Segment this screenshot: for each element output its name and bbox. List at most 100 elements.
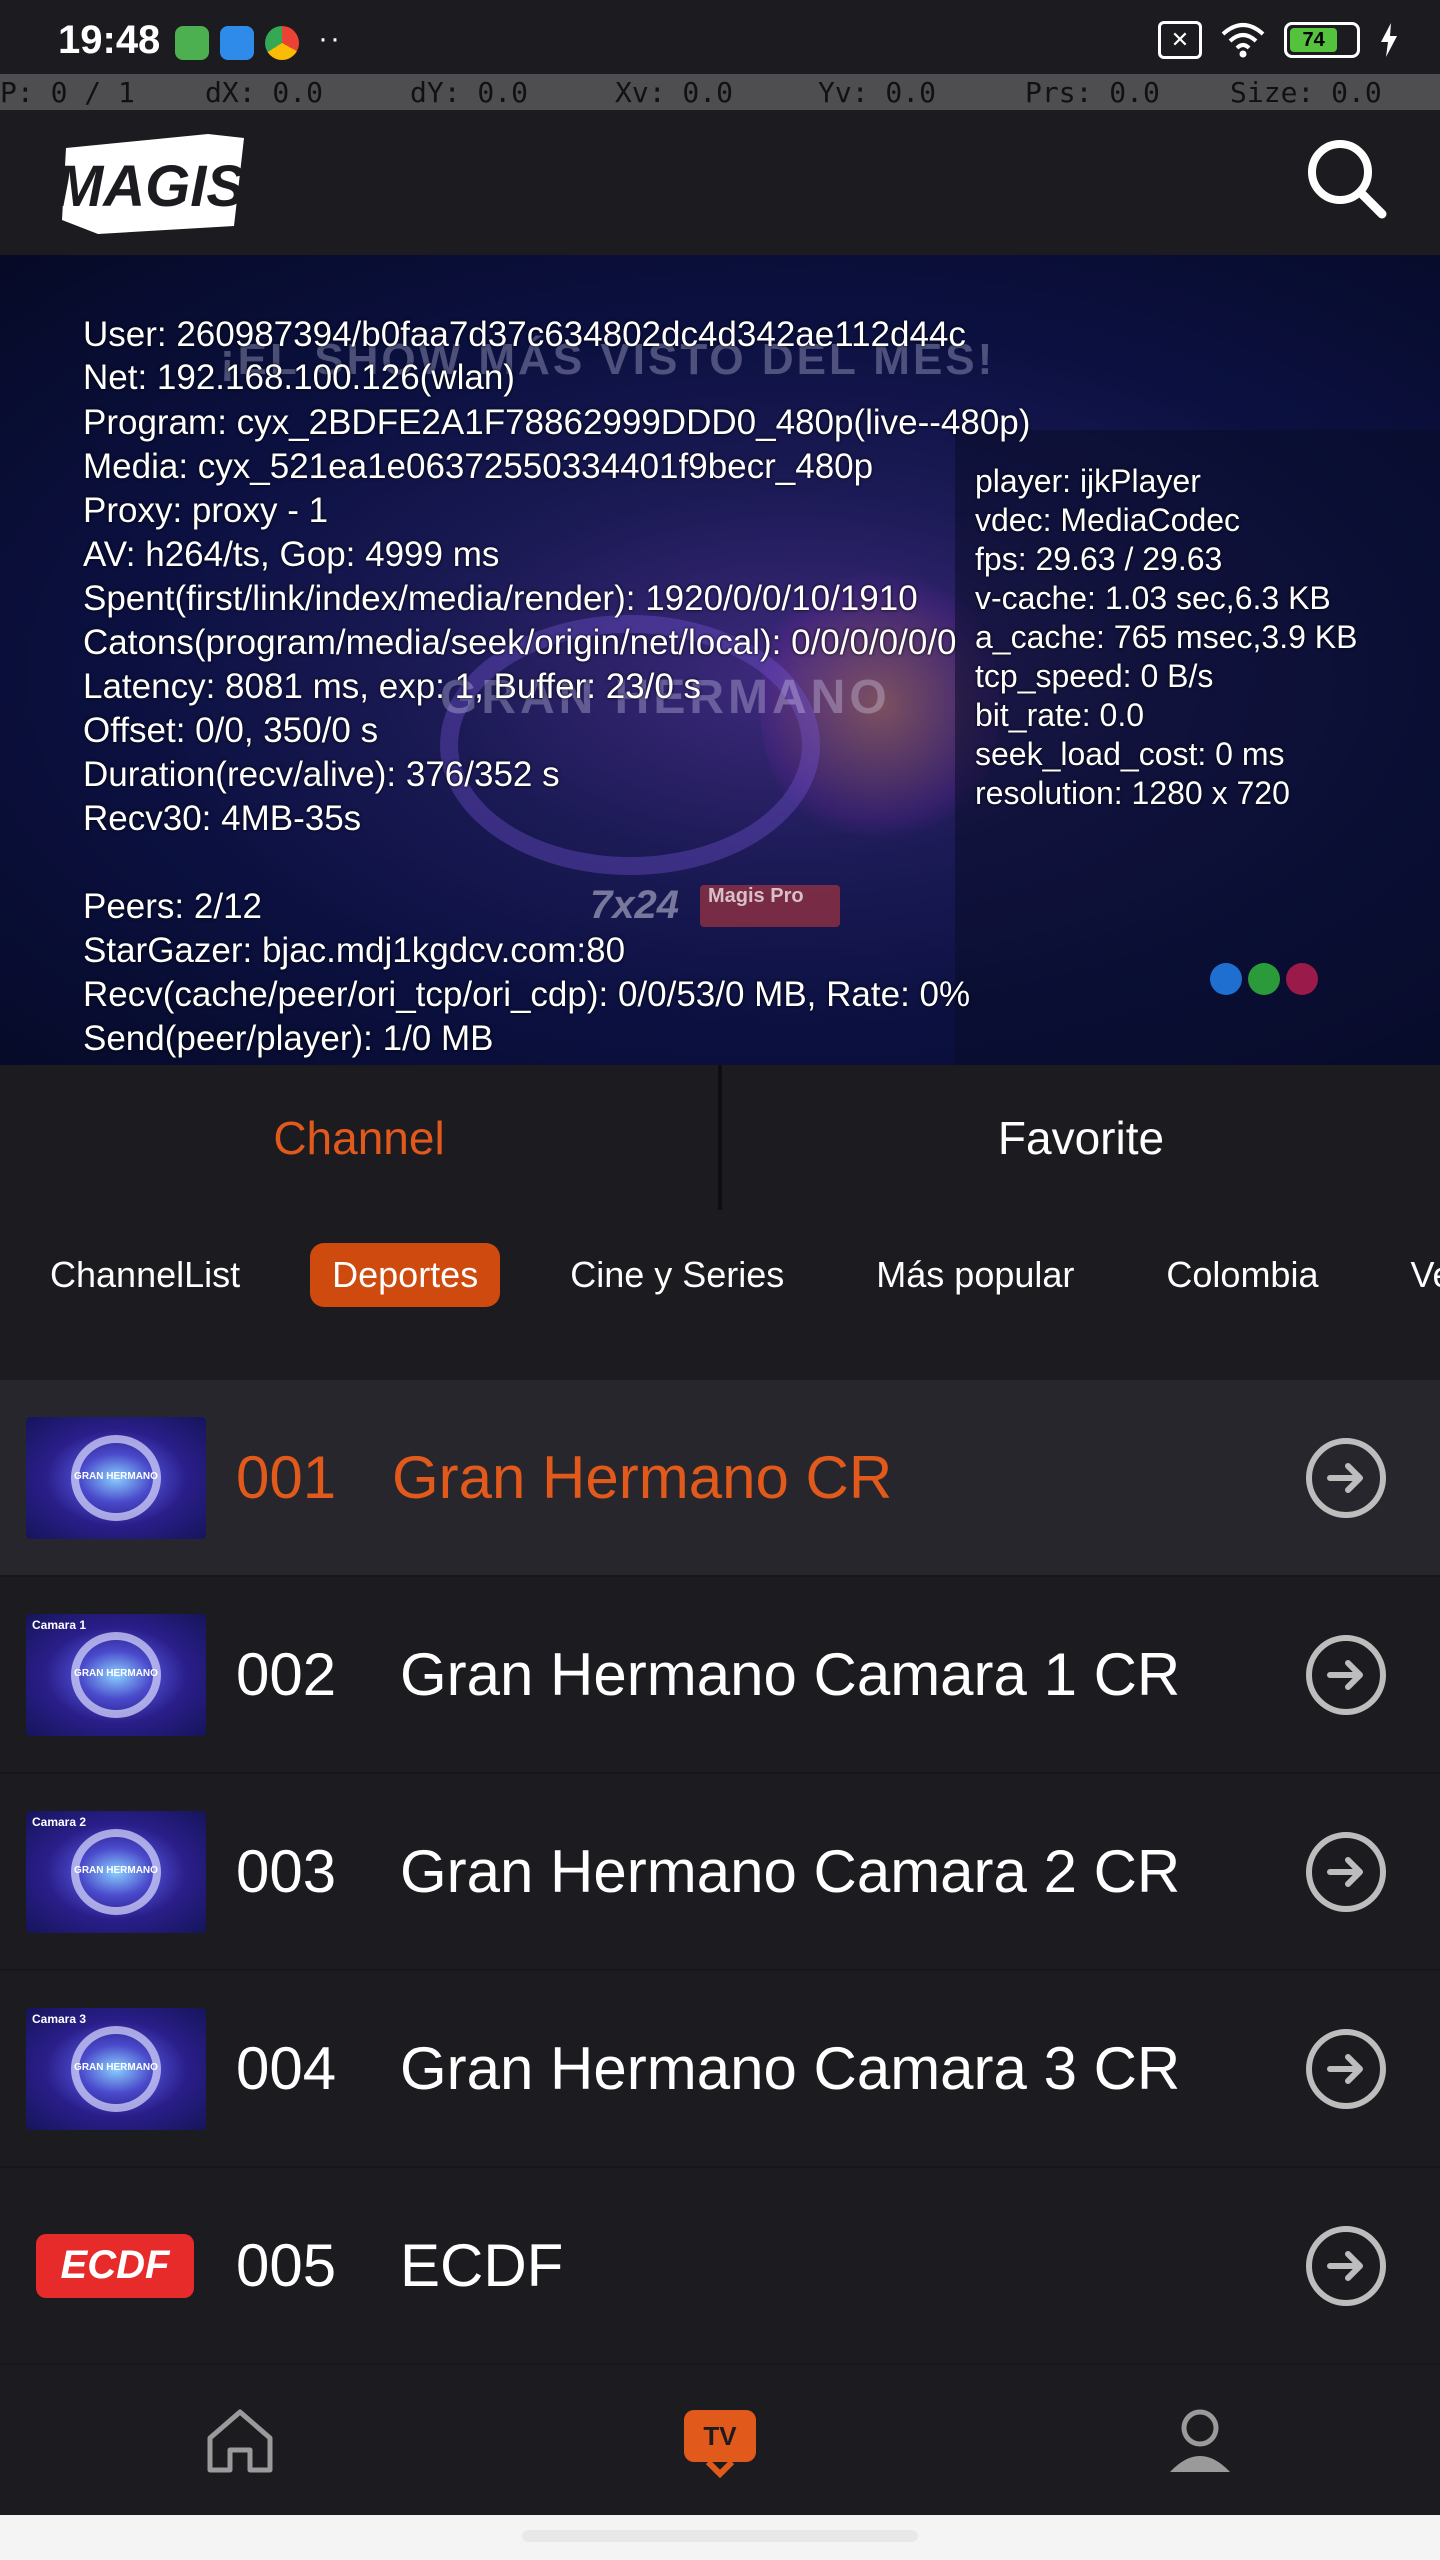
app-notification-icon bbox=[175, 26, 209, 60]
debug-latency: Latency: 8081 ms, exp: 1, Buffer: 23/0 s bbox=[83, 667, 702, 706]
debug-net: Net: 192.168.100.126(wlan) bbox=[83, 358, 515, 397]
tv-icon: TV bbox=[684, 2410, 756, 2479]
charging-icon bbox=[1381, 23, 1397, 57]
svg-text:TV: TV bbox=[703, 2421, 737, 2451]
status-icons: ✕ 74 bbox=[1158, 20, 1400, 60]
channel-row[interactable]: Camara 2 GRAN HERMANO 003 Gran Hermano C… bbox=[0, 1774, 1440, 1971]
category-cine-y-series[interactable]: Cine y Series bbox=[548, 1243, 806, 1307]
nav-home[interactable] bbox=[195, 2395, 285, 2485]
category-bar: ChannelList Deportes Cine y Series Más p… bbox=[0, 1210, 1440, 1340]
debug-tcp-speed: tcp_speed: 0 B/s bbox=[975, 658, 1214, 694]
open-channel-arrow-icon[interactable] bbox=[1306, 1831, 1386, 1912]
channel-name: Gran Hermano CR bbox=[392, 1444, 893, 1511]
channel-thumbnail: Camara 3 GRAN HERMANO bbox=[26, 2007, 206, 2130]
channel-thumbnail: GRAN HERMANO bbox=[26, 1416, 206, 1539]
magis-logo: MAGIS bbox=[58, 134, 245, 234]
channel-name: Gran Hermano Camara 1 CR bbox=[400, 1641, 1181, 1708]
debug-fps: fps: 29.63 / 29.63 bbox=[975, 541, 1223, 577]
channel-row[interactable]: Camara 1 GRAN HERMANO 002 Gran Hermano C… bbox=[0, 1577, 1440, 1774]
debug-resolution: resolution: 1280 x 720 bbox=[975, 775, 1290, 811]
debug-vdec: vdec: MediaCodec bbox=[975, 502, 1241, 538]
channel-list: GRAN HERMANO 001 Gran Hermano CR Camara … bbox=[0, 1380, 1440, 2365]
more-notifications-icon: ·· bbox=[318, 22, 342, 55]
channel-number: 003 bbox=[236, 1838, 337, 1905]
debug-send: Send(peer/player): 1/0 MB bbox=[83, 1019, 494, 1058]
color-dots-control[interactable] bbox=[1210, 963, 1318, 995]
category-deportes[interactable]: Deportes bbox=[310, 1243, 501, 1307]
debug-player: player: ijkPlayer bbox=[975, 463, 1201, 499]
channel-row[interactable]: GRAN HERMANO 001 Gran Hermano CR bbox=[0, 1380, 1440, 1577]
channel-name: Gran Hermano Camara 3 CR bbox=[400, 2035, 1181, 2102]
tab-channel[interactable]: Channel bbox=[0, 1065, 718, 1210]
thumbnail-label: GRAN HERMANO bbox=[74, 1667, 158, 1679]
debug-media: Media: cyx_521ea1e06372550334401f9becr_4… bbox=[83, 447, 874, 486]
debug-recv: Recv(cache/peer/ori_tcp/ori_cdp): 0/0/53… bbox=[83, 975, 971, 1014]
debug-seek-cost: seek_load_cost: 0 ms bbox=[975, 736, 1285, 772]
nav-tv[interactable]: TV bbox=[675, 2395, 765, 2485]
pointer-count: P: 0 / 1 bbox=[0, 76, 135, 109]
open-channel-arrow-icon[interactable] bbox=[1306, 1634, 1386, 1715]
pointer-dx: dX: 0.0 bbox=[205, 76, 324, 109]
tab-favorite[interactable]: Favorite bbox=[722, 1065, 1440, 1210]
category-colombia[interactable]: Colombia bbox=[1144, 1243, 1340, 1307]
pointer-size: Size: 0.0 bbox=[1230, 76, 1382, 109]
profile-icon bbox=[1170, 2409, 1230, 2472]
thumbnail-label: GRAN HERMANO bbox=[74, 1864, 158, 1876]
bottom-navigation: TV bbox=[0, 2365, 1440, 2515]
debug-spent: Spent(first/link/index/media/render): 19… bbox=[83, 579, 918, 618]
calendar-notification-icon bbox=[220, 26, 254, 60]
pointer-dy: dY: 0.0 bbox=[410, 76, 529, 109]
pointer-xv: Xv: 0.0 bbox=[615, 76, 734, 109]
thumbnail-tag: Camara 3 bbox=[32, 2011, 87, 2026]
debug-av: AV: h264/ts, Gop: 4999 ms bbox=[83, 535, 500, 574]
channel-row[interactable]: ECDF 005 ECDF bbox=[0, 2168, 1440, 2365]
debug-proxy: Proxy: proxy - 1 bbox=[83, 491, 329, 530]
channel-number: 002 bbox=[236, 1641, 337, 1708]
channel-row[interactable]: Camara 3 GRAN HERMANO 004 Gran Hermano C… bbox=[0, 1971, 1440, 2168]
home-icon bbox=[207, 2409, 273, 2473]
green-dot bbox=[1248, 963, 1280, 995]
thumbnail-tag: Camara 1 bbox=[32, 1617, 87, 1632]
category-mas-popular[interactable]: Más popular bbox=[854, 1243, 1096, 1307]
channel-number: 001 bbox=[236, 1444, 337, 1511]
channel-name: Gran Hermano Camara 2 CR bbox=[400, 1838, 1181, 1905]
pointer-yv: Yv: 0.0 bbox=[818, 76, 937, 109]
debug-offset: Offset: 0/0, 350/0 s bbox=[83, 711, 379, 750]
ecdf-logo: ECDF bbox=[36, 2233, 194, 2298]
battery-icon: 74 bbox=[1284, 22, 1360, 58]
search-icon[interactable] bbox=[1298, 130, 1392, 224]
app-header: MAGIS bbox=[0, 110, 1440, 255]
debug-vcache: v-cache: 1.03 sec,6.3 KB bbox=[975, 580, 1331, 616]
debug-program: Program: cyx_2BDFE2A1F78862999DDD0_480p(… bbox=[83, 403, 1031, 442]
svg-text:MAGIS: MAGIS bbox=[58, 154, 245, 219]
debug-duration: Duration(recv/alive): 376/352 s bbox=[83, 755, 560, 794]
channel-number: 005 bbox=[236, 2232, 337, 2299]
wifi-icon bbox=[1221, 23, 1265, 58]
channel-name: ECDF bbox=[400, 2232, 564, 2299]
battery-level: 74 bbox=[1290, 28, 1338, 52]
debug-recv30: Recv30: 4MB-35s bbox=[83, 799, 362, 838]
thumbnail-label: GRAN HERMANO bbox=[74, 2061, 158, 2073]
thumbnail-label: GRAN HERMANO bbox=[74, 1470, 158, 1482]
nav-profile[interactable] bbox=[1155, 2395, 1245, 2485]
no-sim-icon: ✕ bbox=[1158, 21, 1202, 59]
home-indicator[interactable] bbox=[522, 2530, 918, 2542]
category-venezuela[interactable]: Venez bbox=[1388, 1243, 1440, 1307]
blue-dot bbox=[1210, 963, 1242, 995]
chrome-notification-icon bbox=[265, 26, 299, 60]
open-channel-arrow-icon[interactable] bbox=[1306, 2225, 1386, 2306]
status-bar: 19:48 ·· ✕ 74 bbox=[0, 0, 1440, 74]
open-channel-arrow-icon[interactable] bbox=[1306, 1437, 1386, 1518]
channel-thumbnail: Camara 1 GRAN HERMANO bbox=[26, 1613, 206, 1736]
red-dot bbox=[1286, 963, 1318, 995]
category-channellist[interactable]: ChannelList bbox=[28, 1243, 262, 1307]
debug-acache: a_cache: 765 msec,3.9 KB bbox=[975, 619, 1358, 655]
channel-tabs: Channel Favorite bbox=[0, 1065, 1440, 1210]
video-player[interactable]: ¡EL SHOW MÁS VISTO DEL MES! GRAN HERMANO… bbox=[0, 255, 1440, 1065]
watermark-7x24: 7x24 bbox=[590, 883, 679, 927]
pointer-prs: Prs: 0.0 bbox=[1025, 76, 1160, 109]
debug-peers: Peers: 2/12 bbox=[83, 887, 262, 926]
open-channel-arrow-icon[interactable] bbox=[1306, 2028, 1386, 2109]
debug-catons: Catons(program/media/seek/origin/net/loc… bbox=[83, 623, 957, 662]
pointer-location-overlay: P: 0 / 1 dX: 0.0 dY: 0.0 Xv: 0.0 Yv: 0.0… bbox=[0, 74, 1440, 110]
